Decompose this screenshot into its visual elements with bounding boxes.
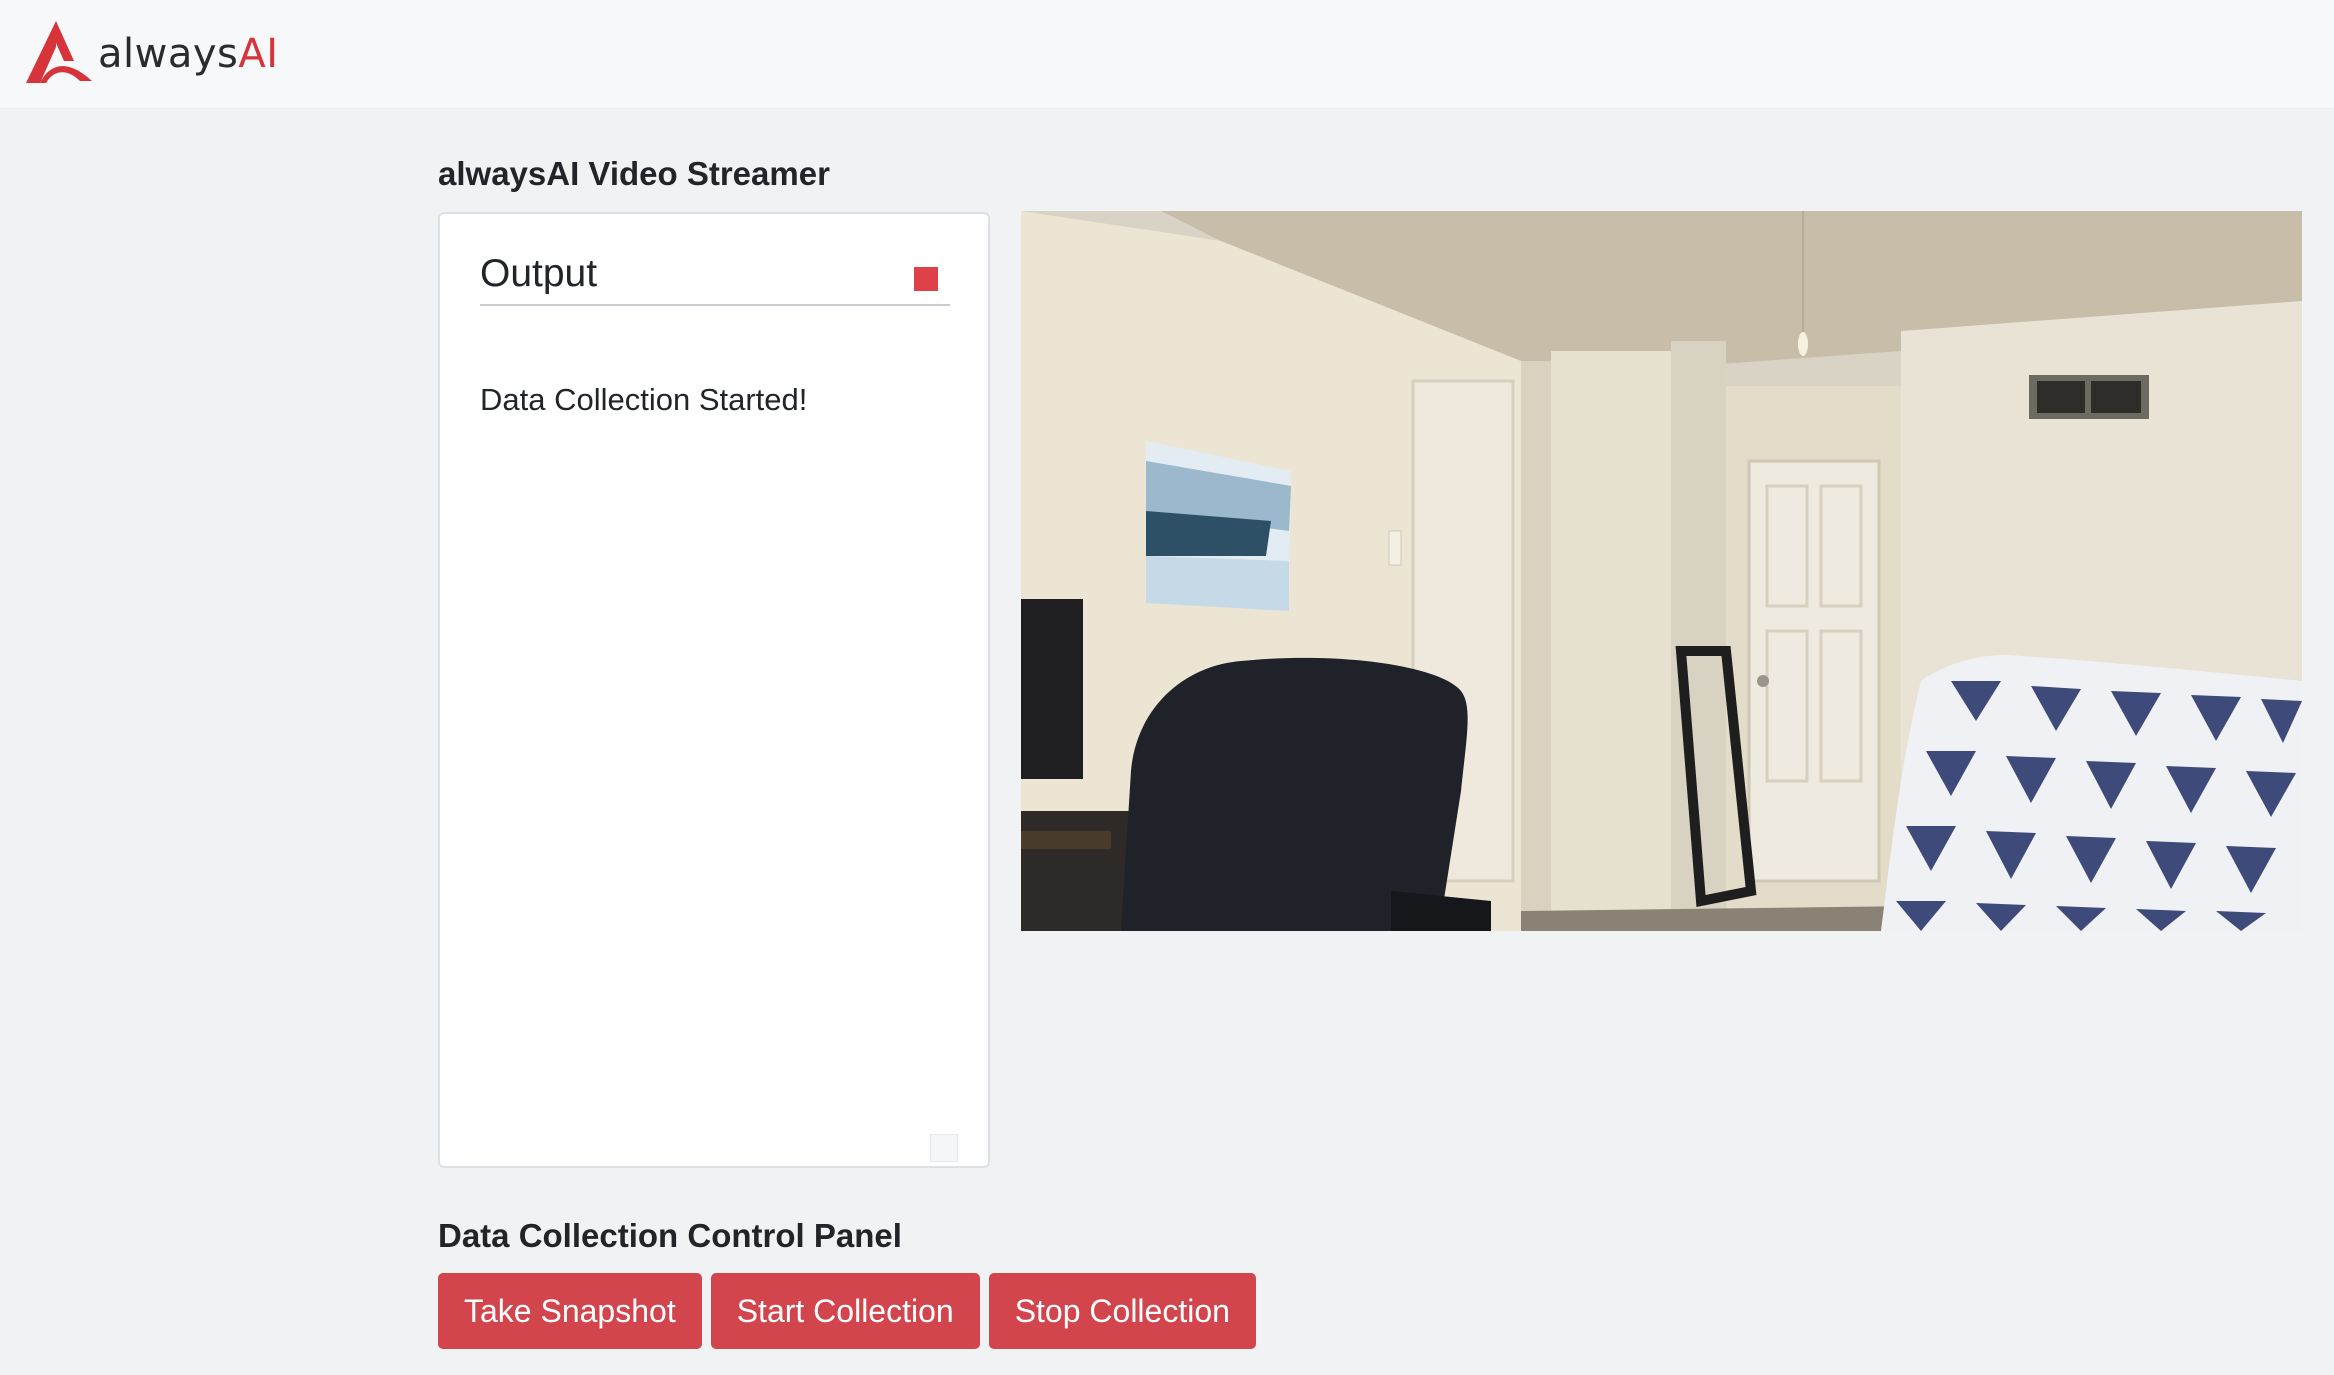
alwaysai-logo-icon [26, 21, 92, 83]
video-frame-image [1021, 211, 2302, 931]
stop-collection-button[interactable]: Stop Collection [988, 1273, 1256, 1349]
output-label: Output [480, 252, 598, 295]
brand-wordmark-prefix: always [98, 31, 239, 77]
resize-handle[interactable] [930, 1134, 958, 1162]
output-message: Data Collection Started! [480, 382, 808, 417]
control-panel-title: Data Collection Control Panel [438, 1217, 902, 1254]
take-snapshot-button[interactable]: Take Snapshot [438, 1273, 702, 1349]
brand-wordmark-suffix: AI [238, 31, 279, 77]
output-panel: Output Data Collection Started! [438, 212, 990, 1168]
video-stream-frame [1021, 211, 2302, 931]
top-navbar: alwaysAI [0, 0, 2334, 109]
video-streamer-title: alwaysAI Video Streamer [438, 155, 830, 192]
output-header: Output [480, 252, 950, 306]
control-panel-buttons: Take Snapshot Start Collection Stop Coll… [438, 1273, 1256, 1349]
status-indicator-icon [914, 267, 938, 291]
brand-wordmark: alwaysAI [98, 31, 279, 77]
start-collection-button[interactable]: Start Collection [710, 1273, 980, 1349]
brand-logo[interactable]: alwaysAI [22, 16, 279, 88]
